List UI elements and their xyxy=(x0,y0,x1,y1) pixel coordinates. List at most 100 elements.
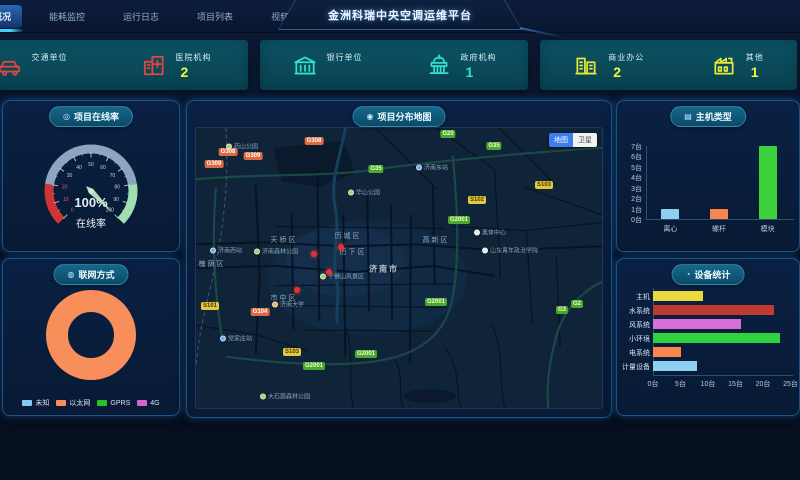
x-axis xyxy=(646,219,794,220)
app-title-bar: 金洲科瑞中央空调运维平台 xyxy=(278,0,522,30)
other-icon xyxy=(711,52,737,78)
svg-text:60: 60 xyxy=(100,165,106,171)
bar-计量设备 xyxy=(653,361,697,371)
x-tick-label: 20台 xyxy=(756,379,771,389)
poi-dot xyxy=(220,335,226,341)
road-shield-G309: G309 xyxy=(244,152,263,160)
project-marker[interactable] xyxy=(311,251,317,257)
host-icon: ▤ xyxy=(684,112,692,121)
hospital-icon xyxy=(141,52,167,78)
poi-dot xyxy=(260,393,266,399)
legend-swatch xyxy=(56,400,66,406)
y-tick-label: 4台 xyxy=(620,173,642,183)
legend-item-GPRS[interactable]: GPRS xyxy=(97,398,130,408)
tab-logs[interactable]: 运行日志 xyxy=(112,5,170,28)
stat-item: 银行单位 xyxy=(292,52,363,79)
stat-item: 其他1 xyxy=(711,52,764,79)
bar-label-主机: 主机 xyxy=(620,292,650,302)
bar-小环境 xyxy=(653,333,780,343)
bar-主机 xyxy=(653,291,703,301)
x-tick-label: 0台 xyxy=(648,379,659,389)
legend-swatch xyxy=(97,400,107,406)
road-shield-S103: S103 xyxy=(535,181,553,189)
stat-texts: 其他1 xyxy=(746,52,764,79)
poi-dot xyxy=(474,229,480,235)
project-marker[interactable] xyxy=(338,244,344,250)
bar-螺杆 xyxy=(710,209,728,220)
map-type-map-button[interactable]: 地图 xyxy=(549,133,573,147)
tab-projects[interactable]: 项目列表 xyxy=(186,5,244,28)
stat-label: 银行单位 xyxy=(327,52,363,63)
legend-label: 4G xyxy=(150,400,159,407)
map-overlay: G308G308G309G309G104G35G35G20G2001G2001G… xyxy=(196,128,602,408)
project-marker[interactable] xyxy=(326,269,332,275)
location-icon: ◉ xyxy=(367,112,374,121)
bar-label-水系统: 水系统 xyxy=(620,306,650,316)
y-tick-label: 0台 xyxy=(620,215,642,225)
legend-label: 以太网 xyxy=(69,398,90,408)
poi-name: 党家庄站 xyxy=(228,334,252,343)
poi-name: 药山公园 xyxy=(234,142,258,151)
poi-name: 华山公园 xyxy=(356,188,380,197)
legend-swatch xyxy=(137,400,147,406)
panel-device-stats: ◔ 设备统计 主机水系统风系统小环境电系统计量设备0台5台10台15台20台25… xyxy=(616,258,800,416)
legend-item-以太网[interactable]: 以太网 xyxy=(56,398,90,408)
panel-online-rate: ◎ 项目在线率 0102030405060708090100100%在线率 xyxy=(2,100,180,252)
project-marker[interactable] xyxy=(294,287,300,293)
stat-value: 1 xyxy=(466,65,497,79)
panel-title: 联网方式 xyxy=(78,268,114,281)
y-tick-label: 3台 xyxy=(620,184,642,194)
panel-host-type-header: ▤ 主机类型 xyxy=(670,106,746,127)
poi-label: 济南森林公园 xyxy=(254,247,298,256)
stat-label: 其他 xyxy=(746,52,764,63)
district-label: 历城区 xyxy=(335,231,362,241)
stats-icon: ◔ xyxy=(686,270,691,279)
stat-texts: 银行单位 xyxy=(327,52,363,79)
nav-tabs: 概况能耗监控运行日志项目列表视频监控 xyxy=(0,5,318,28)
bar-水系统 xyxy=(653,305,774,315)
tab-energy[interactable]: 能耗监控 xyxy=(38,5,96,28)
panel-network-header: ◍ 联网方式 xyxy=(54,264,129,285)
y-tick-label: 6台 xyxy=(620,152,642,162)
poi-dot xyxy=(272,301,278,307)
stat-texts: 交通单位 xyxy=(32,52,68,79)
y-tick-label: 1台 xyxy=(620,205,642,215)
district-label: 天桥区 xyxy=(271,235,298,245)
x-axis xyxy=(653,375,793,376)
map-type-satellite-button[interactable]: 卫星 xyxy=(573,133,597,147)
road-shield-G308: G308 xyxy=(305,137,324,145)
stat-item: 交通单位 xyxy=(0,52,68,79)
stat-value: 2 xyxy=(613,65,644,79)
tab-overview[interactable]: 概况 xyxy=(0,5,22,28)
legend-item-4G[interactable]: 4G xyxy=(137,398,159,408)
poi-label: 药山公园 xyxy=(226,142,258,151)
host-type-chart: 0台1台2台3台4台5台6台7台离心螺杆模块 xyxy=(620,127,796,249)
stat-texts: 政府机构1 xyxy=(461,52,497,79)
svg-text:20: 20 xyxy=(62,184,68,190)
panel-title: 项目在线率 xyxy=(74,110,119,123)
poi-name: 大石崮森林公园 xyxy=(268,392,310,401)
poi-label: 济南西站 xyxy=(210,246,242,255)
poi-name: 济南西站 xyxy=(218,246,242,255)
panel-map-header: ◉ 项目分布地图 xyxy=(353,106,446,127)
panel-device-stats-header: ◔ 设备统计 xyxy=(672,264,745,285)
online-rate-gauge: 0102030405060708090100100%在线率 xyxy=(3,125,179,249)
y-axis xyxy=(646,146,647,220)
bar-label-电系统: 电系统 xyxy=(620,348,650,358)
office-icon xyxy=(573,52,599,78)
road-shield-G2001: G2001 xyxy=(303,362,325,370)
link-icon: ◎ xyxy=(63,112,70,121)
map-canvas[interactable]: G308G308G309G309G104G35G35G20G2001G2001G… xyxy=(195,127,603,409)
y-tick-label: 2台 xyxy=(620,194,642,204)
poi-dot xyxy=(254,248,260,254)
stat-value xyxy=(332,65,363,79)
device-stats-chart: 主机水系统风系统小环境电系统计量设备0台5台10台15台20台25台 xyxy=(620,283,796,413)
svg-text:在线率: 在线率 xyxy=(76,217,106,230)
y-tick-label: 7台 xyxy=(620,142,642,152)
network-icon: ◍ xyxy=(68,270,75,279)
stats-card: 银行单位 政府机构1 xyxy=(260,40,528,90)
poi-label: 济南东站 xyxy=(416,163,448,172)
legend-item-未知[interactable]: 未知 xyxy=(22,398,49,408)
road-shield-G104: G104 xyxy=(251,308,270,316)
government-icon xyxy=(426,52,452,78)
